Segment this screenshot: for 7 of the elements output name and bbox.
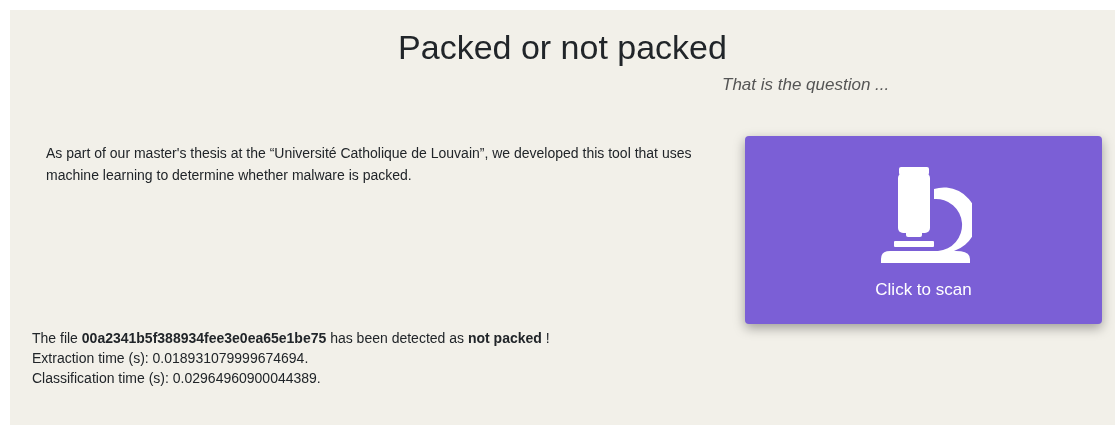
description-text: As part of our master's thesis at the “Université Catholique de Louvain”, we developed this tool that uses machine learning to determine whether malware is packed. (46, 144, 693, 186)
page-title: Packed or not packed (397, 27, 728, 68)
timing-text: Extraction time (s): 0.018931079999674694. (32, 349, 310, 369)
result-text: The file 00a2341b5f388934fee3e0ea65e1be75 has been detected as not packed ! (32, 329, 551, 349)
timing-text: Classification time (s): 0.02964960900044389. (32, 369, 322, 389)
subtitle: That is the question ... (721, 74, 891, 96)
scan-button[interactable]: Click to scan (745, 136, 1102, 325)
